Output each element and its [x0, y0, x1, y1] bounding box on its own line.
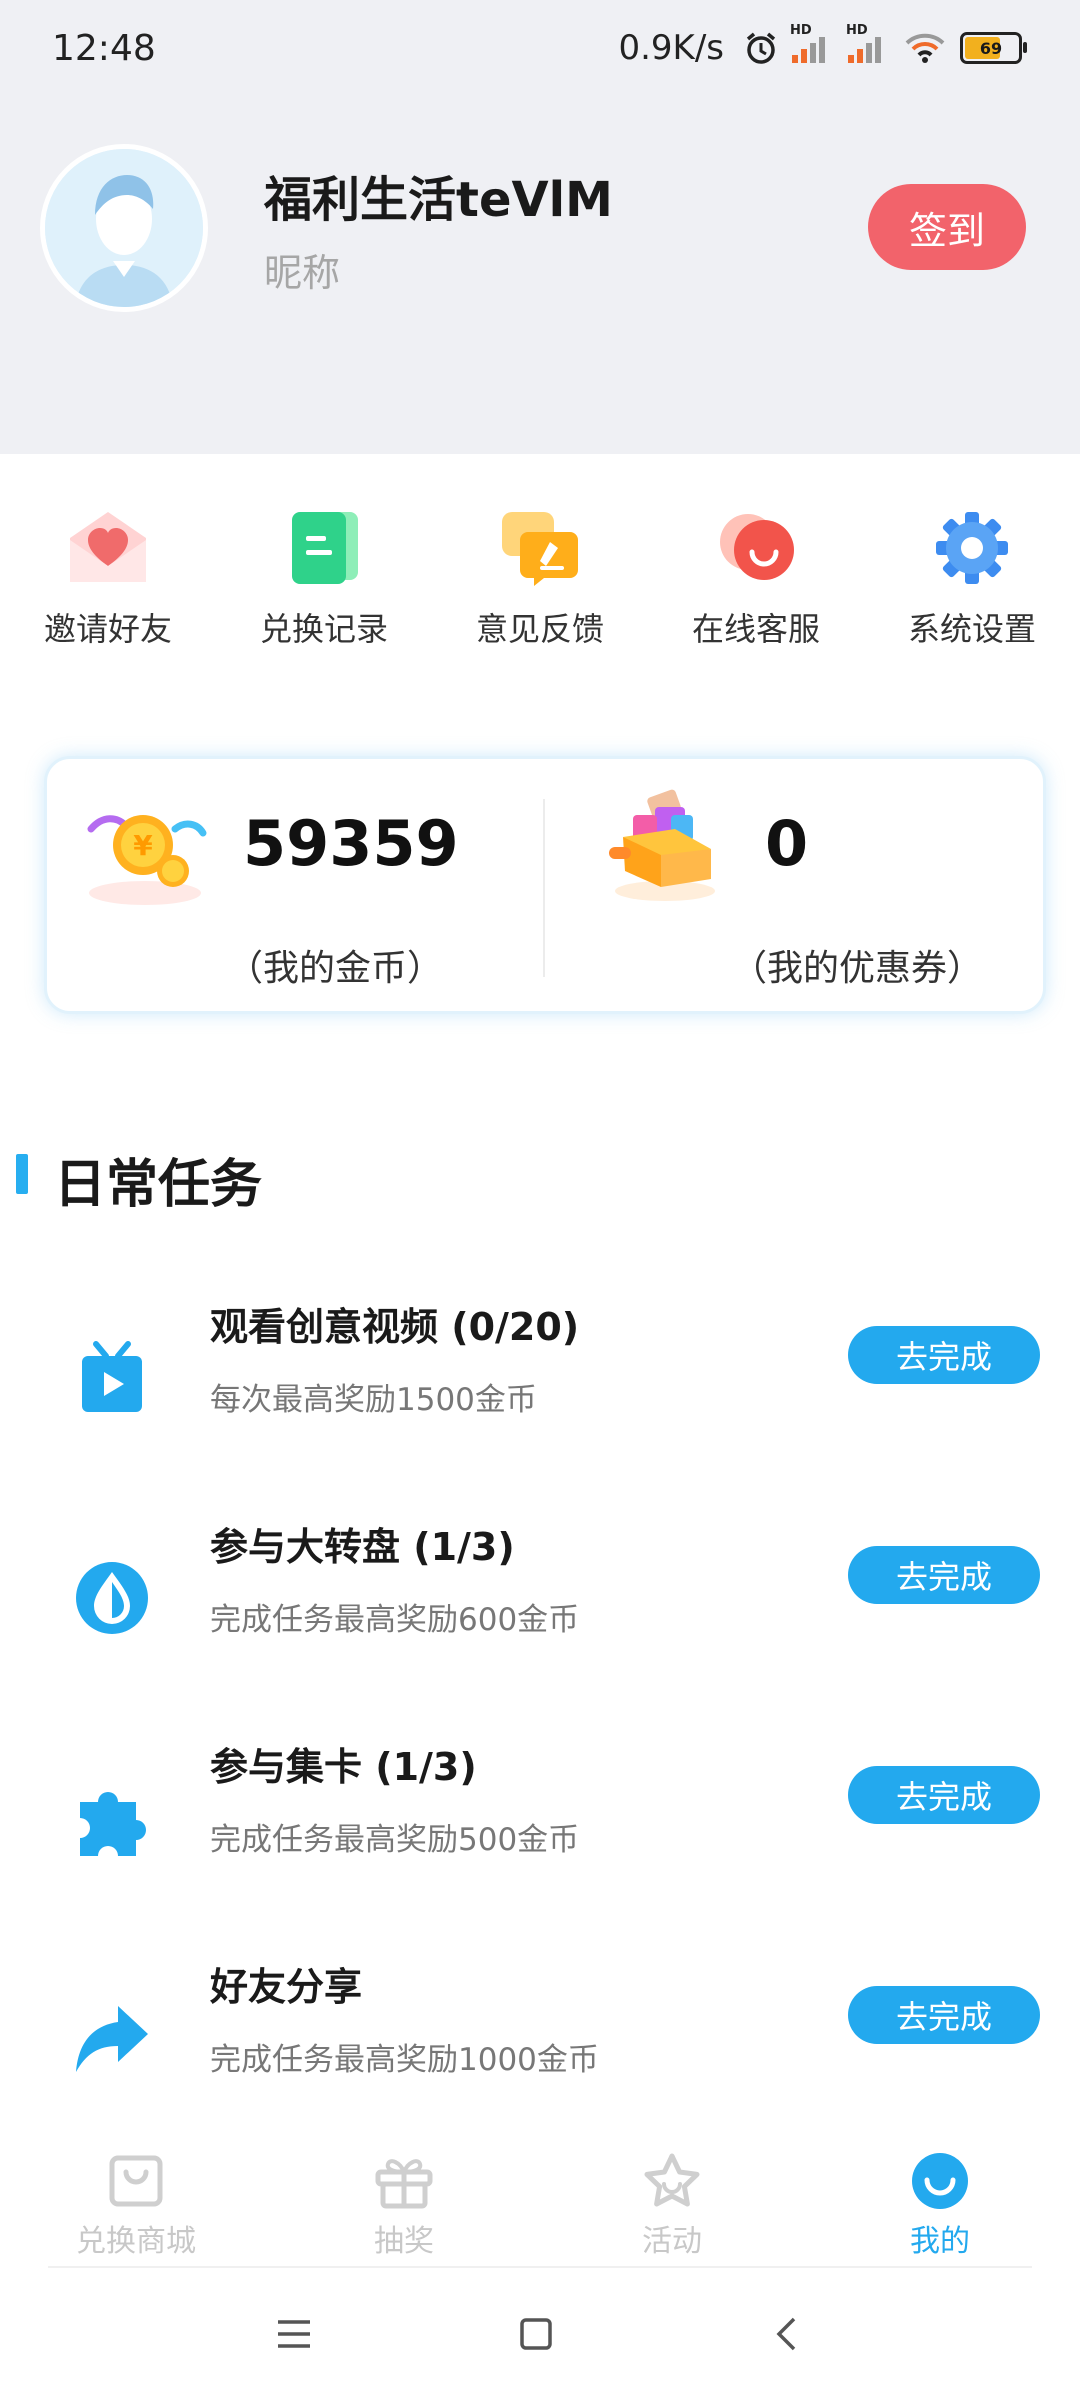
task-go-button[interactable]: 去完成: [848, 1546, 1040, 1604]
entry-system-settings[interactable]: 系统设置: [864, 508, 1080, 650]
entry-invite-friends[interactable]: 邀请好友: [0, 508, 216, 650]
nickname: 福利生活teVlM: [264, 172, 613, 228]
gift-icon: [375, 2159, 433, 2209]
coupons-value: 0: [765, 807, 809, 880]
task-description: 完成任务最高奖励500金币: [210, 1822, 580, 1858]
entry-label: 兑换记录: [259, 610, 388, 648]
task-go-button[interactable]: 去完成: [848, 1986, 1040, 2044]
menu-icon[interactable]: [264, 2304, 324, 2364]
coupons-label[interactable]: （我的优惠券）: [731, 939, 983, 991]
nav-label: 兑换商城: [76, 2224, 196, 2259]
puzzle-icon: [80, 1792, 146, 1856]
status-time: 12:48: [52, 28, 156, 69]
tv-play-icon: [82, 1341, 142, 1412]
sign-in-button[interactable]: 签到: [868, 184, 1026, 270]
avatar[interactable]: [40, 144, 208, 312]
coupon-gift-box-icon: [609, 789, 715, 901]
task-go-button[interactable]: 去完成: [848, 1766, 1040, 1824]
nav-tab-lottery[interactable]: 抽奖: [304, 2152, 504, 2260]
profile-header: 福利生活teVlM 昵称 签到: [0, 104, 1080, 454]
entry-label: 意见反馈: [475, 610, 604, 648]
nav-label: 抽奖: [374, 2224, 434, 2259]
smile-icon: [912, 2153, 968, 2209]
quick-entries: 邀请好友 兑换记录 意见反馈 在线客服 系统设置: [0, 508, 1080, 678]
battery-icon: 69: [960, 32, 1027, 64]
entry-exchange-records[interactable]: 兑换记录: [216, 508, 432, 650]
hd-signal-icon: HD: [790, 23, 834, 63]
task-title: 好友分享: [210, 1965, 363, 2009]
nickname-caption: 昵称: [264, 251, 341, 295]
task-title: 参与大转盘 (1/3): [210, 1525, 515, 1569]
nav-label: 我的: [910, 2224, 970, 2259]
status-bar: 12:48 0.9K/s HD HD 69: [0, 0, 1080, 104]
entry-label: 系统设置: [907, 610, 1036, 648]
coins-value: 59359: [243, 807, 459, 880]
battery-level: 69: [979, 38, 1003, 58]
shopping-bag-icon: [109, 2155, 163, 2207]
system-nav-bar: [0, 2268, 1080, 2400]
share-arrow-icon: [76, 2006, 148, 2072]
feedback-chat-icon: [502, 512, 578, 586]
back-chevron-icon[interactable]: [756, 2304, 816, 2364]
customer-service-chat-icon: [720, 514, 794, 580]
bottom-nav: 兑换商城 抽奖 活动 我的: [0, 2138, 1080, 2268]
nav-label: 活动: [642, 2224, 702, 2259]
hd-signal-icon: HD: [846, 23, 890, 63]
daily-tasks-title: 日常任务: [54, 1155, 263, 1215]
task-go-button[interactable]: 去完成: [848, 1326, 1040, 1384]
status-icons: 0.9K/s HD HD 69: [618, 23, 1027, 68]
coins-label[interactable]: （我的金币）: [227, 939, 443, 991]
drop-circle-icon: [76, 1562, 148, 1634]
nav-tab-activity[interactable]: 活动: [572, 2152, 772, 2260]
task-friend-share: 好友分享 完成任务最高奖励1000金币 去完成: [0, 1956, 1080, 2156]
nav-tab-mine[interactable]: 我的: [840, 2152, 1040, 2260]
alarm-icon: [746, 32, 776, 64]
task-lucky-wheel: 参与大转盘 (1/3) 完成任务最高奖励600金币 去完成: [0, 1516, 1080, 1716]
home-square-icon[interactable]: [506, 2304, 566, 2364]
task-title: 参与集卡 (1/3): [210, 1745, 477, 1789]
nav-tab-exchange-mall[interactable]: 兑换商城: [36, 2152, 236, 2260]
record-document-icon: [292, 512, 358, 584]
wallet-card: ¥ 59359 （我的金币） 0 （我的优惠券）: [44, 756, 1046, 1014]
entry-label: 邀请好友: [43, 610, 172, 648]
task-description: 完成任务最高奖励1000金币: [210, 2042, 599, 2078]
entry-online-service[interactable]: 在线客服: [648, 508, 864, 650]
task-collect-cards: 参与集卡 (1/3) 完成任务最高奖励500金币 去完成: [0, 1736, 1080, 1936]
gold-coins-icon: ¥: [87, 815, 207, 905]
wallet-divider: [543, 799, 545, 977]
entry-label: 在线客服: [691, 610, 820, 648]
section-accent-bar: [16, 1154, 28, 1194]
task-title: 观看创意视频 (0/20): [210, 1305, 580, 1349]
avatar-person-icon: [45, 149, 203, 307]
task-description: 每次最高奖励1500金币: [210, 1382, 537, 1418]
star-icon: [644, 2153, 700, 2207]
entry-feedback[interactable]: 意见反馈: [432, 508, 648, 650]
net-speed: 0.9K/s: [618, 28, 724, 68]
invite-envelope-icon: [70, 512, 146, 582]
wifi-icon: [905, 33, 945, 63]
svg-text:¥: ¥: [133, 829, 153, 862]
gear-icon: [936, 512, 1008, 584]
task-description: 完成任务最高奖励600金币: [210, 1602, 580, 1638]
task-watch-video: 观看创意视频 (0/20) 每次最高奖励1500金币 去完成: [0, 1296, 1080, 1496]
